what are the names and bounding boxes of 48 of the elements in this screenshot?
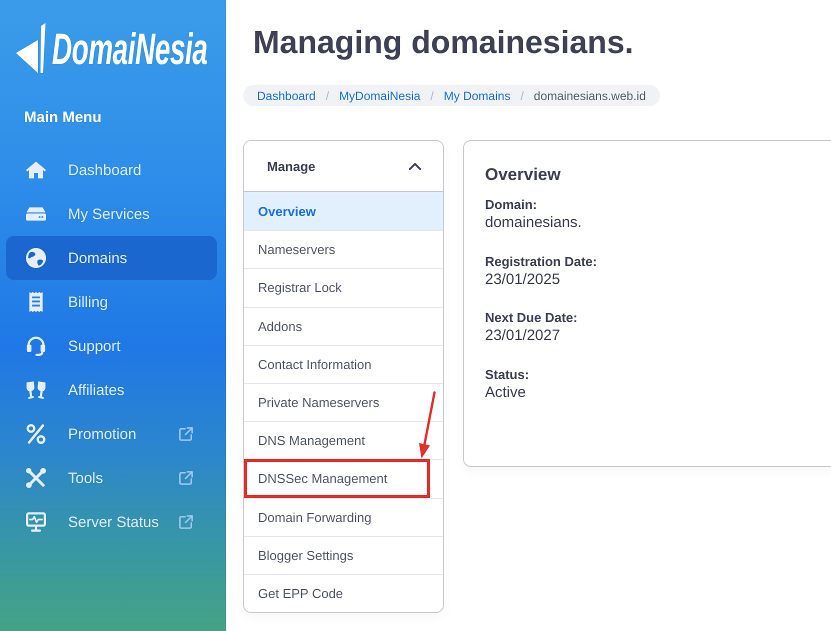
breadcrumb-separator: / — [326, 88, 330, 102]
sidebar-item[interactable]: Dashboard — [6, 148, 217, 192]
field-label: Status: — [485, 366, 530, 382]
logo-mark-icon — [16, 23, 46, 74]
monitor-icon — [26, 512, 46, 532]
breadcrumb-link[interactable]: Dashboard — [257, 88, 316, 102]
manage-menu-item[interactable]: Contact Information — [244, 344, 443, 383]
field-value: Active — [485, 382, 527, 402]
sidebar-item[interactable]: Promotion — [6, 412, 217, 456]
sidebar-item[interactable]: Tools — [6, 456, 217, 500]
glasses-icon — [26, 380, 46, 400]
breadcrumb-current: domainesians.web.id — [534, 88, 646, 102]
breadcrumb-link[interactable]: My Domains — [444, 88, 510, 102]
manage-toggle[interactable]: Manage — [244, 141, 443, 192]
percent-icon — [26, 424, 46, 444]
sidebar-item[interactable]: Domains — [6, 236, 217, 280]
home-icon — [26, 160, 46, 180]
manage-menu-item[interactable]: Nameservers — [244, 230, 443, 268]
manage-menu-item[interactable]: Registrar Lock — [244, 268, 443, 307]
manage-menu-item[interactable]: Blogger Settings — [244, 536, 443, 574]
sidebar-item[interactable]: Billing — [6, 280, 217, 324]
globe-icon — [26, 248, 46, 268]
field-label: Registration Date: — [485, 252, 598, 270]
field-label: Next Due Date: — [485, 309, 578, 326]
manage-menu-item[interactable]: Private Nameservers — [244, 382, 443, 422]
breadcrumb-link[interactable]: MyDomaiNesia — [339, 88, 420, 102]
card-title: Overview — [485, 164, 562, 186]
manage-menu-item[interactable]: Addons — [244, 306, 443, 345]
sidebar-item[interactable]: Affiliates — [6, 368, 217, 412]
field-value: 23/01/2025 — [485, 270, 562, 290]
field-value: domainesians. — [485, 213, 583, 233]
field-label: Domain: — [485, 196, 538, 213]
logo-wordmark: DomaiNesia — [52, 28, 208, 72]
manage-menu-item[interactable]: Overview — [244, 192, 443, 230]
sidebar-item[interactable]: Support — [6, 324, 217, 368]
annotation-arrow — [416, 391, 436, 460]
manage-menu-item[interactable]: Domain Forwarding — [244, 498, 443, 536]
breadcrumb-separator: / — [430, 88, 434, 102]
sidebar-item[interactable]: Server Status — [6, 500, 217, 544]
manage-menu-item[interactable]: DNSSec Management — [244, 459, 443, 498]
breadcrumb-separator: / — [520, 88, 524, 102]
headset-icon — [26, 336, 46, 356]
field-value: 23/01/2027 — [485, 326, 562, 346]
manage-menu-item[interactable]: Get EPP Code — [244, 574, 443, 612]
sidebar-item[interactable]: My Services — [6, 192, 217, 236]
menu-heading: Main Menu — [24, 108, 102, 128]
page-title: Managing domainesians. — [253, 23, 635, 61]
tools-icon — [26, 468, 46, 488]
